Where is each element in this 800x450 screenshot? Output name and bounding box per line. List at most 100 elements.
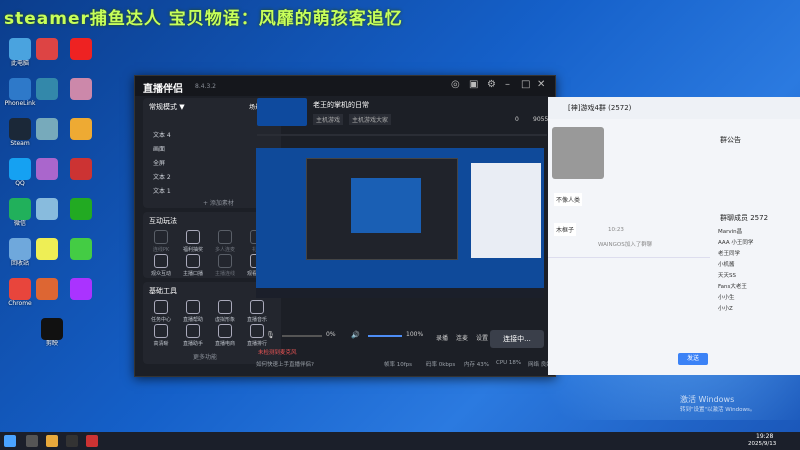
mic-level: 0%: [326, 331, 336, 338]
chat-header: [神]游戏4群 (2572): [548, 97, 800, 119]
speaker-icon[interactable]: 🔊: [351, 331, 360, 339]
interaction-title: 互动玩法: [149, 217, 177, 225]
member-item[interactable]: 天天SS: [718, 271, 800, 282]
status-item: CPU 18%: [496, 360, 522, 366]
volume-level: 100%: [406, 331, 424, 338]
tool-button[interactable]: 直播帮助: [179, 300, 207, 323]
status-item: 内存 43%: [464, 362, 489, 368]
source-item[interactable]: 画面: [153, 144, 165, 153]
avatar: [552, 127, 604, 179]
go-live-button[interactable]: 连接中...: [490, 330, 544, 348]
taskbar: 19:28 2025/9/13: [0, 432, 800, 450]
status-bar: 如何快速上手直播伴侣? 帧率 10fps 码率 0kbps 内存 43% CPU…: [256, 360, 552, 368]
stream-banner: steamer捕鱼达人 宝贝物语：风靡的萌孩客追忆: [4, 9, 403, 29]
tool-button[interactable]: 观众互动: [147, 254, 175, 277]
tool-button[interactable]: 主播口播: [179, 254, 207, 277]
live-preview: [256, 148, 544, 298]
warning-text: 未检测到麦克风: [258, 350, 297, 356]
search-icon[interactable]: [26, 435, 38, 447]
stream-title[interactable]: 老王的掌机的日常: [313, 100, 369, 110]
desktop-icon-recycle[interactable]: 回收站: [4, 238, 36, 267]
basic-title: 基础工具: [149, 287, 177, 295]
taskbar-app-icon[interactable]: [86, 435, 98, 447]
status-item: 码率 0kbps: [426, 362, 456, 368]
likes-count: 0: [515, 116, 519, 123]
member-item[interactable]: Fans大老王: [718, 282, 800, 293]
help-icon[interactable]: ◎: [451, 79, 460, 90]
clock-time[interactable]: 19:28: [756, 433, 773, 440]
chat-message: 木框子: [554, 223, 577, 236]
mic-icon[interactable]: 🎙: [266, 331, 275, 339]
nested-taskbar: [256, 288, 544, 298]
tool-button[interactable]: 连线PK: [147, 230, 175, 253]
tool-button[interactable]: 直播电商: [211, 324, 239, 347]
windows-start-icon[interactable]: [4, 435, 16, 447]
tool-button[interactable]: 福利抽奖: [179, 230, 207, 253]
chat-icon[interactable]: ▣: [469, 79, 478, 90]
stream-tag[interactable]: 主机游戏: [313, 114, 344, 125]
chat-title: [神]游戏4群 (2572): [568, 104, 632, 112]
nested-chat: [471, 163, 541, 258]
desktop-icon-capcut[interactable]: 剪映: [36, 318, 68, 347]
tool-button[interactable]: 任务中心: [147, 300, 175, 323]
desktop-icon-qq[interactable]: QQ: [4, 158, 36, 187]
app-version: 8.4.3.2: [195, 83, 216, 90]
member-item[interactable]: 小机酱: [718, 260, 800, 271]
member-list-title: 群聊成员 2572: [720, 214, 769, 222]
cover-thumbnail[interactable]: [257, 98, 307, 126]
member-item[interactable]: Marvin昌: [718, 227, 800, 238]
add-material-button[interactable]: + 添加素材: [203, 198, 234, 207]
send-button[interactable]: 发送: [678, 353, 708, 365]
tool-button[interactable]: 直播助手: [179, 324, 207, 347]
tool-button[interactable]: 高清晰: [147, 324, 175, 347]
tool-button[interactable]: 主播连线: [211, 254, 239, 277]
desktop-icon-grid: [36, 38, 132, 308]
settings-button[interactable]: 设置: [476, 333, 488, 342]
chat-window: [神]游戏4群 (2572) 不像人类 木框子 10:23 WAINGOS加入了…: [548, 97, 800, 375]
source-item[interactable]: 文本 2: [153, 172, 171, 181]
member-item[interactable]: 小小Z: [718, 304, 800, 315]
activation-watermark: 激活 Windows 转到"设置"以激活 Windows。: [680, 395, 756, 413]
desktop-icon-steam[interactable]: Steam: [4, 118, 36, 147]
divider: [257, 134, 547, 136]
chat-message: 不像人类: [554, 193, 583, 206]
more-tools-link[interactable]: 更多功能: [193, 352, 217, 361]
source-item[interactable]: 文本 1: [153, 186, 171, 195]
taskbar-app-icon[interactable]: [66, 435, 78, 447]
tool-button[interactable]: 虚拟形象: [211, 300, 239, 323]
system-notice: WAINGOS加入了群聊: [598, 242, 653, 248]
desktop-icon-pc[interactable]: 此电脑: [4, 38, 36, 67]
source-item[interactable]: 文本 4: [153, 130, 171, 139]
viewers-count: 9055: [533, 116, 549, 123]
nested-preview: [351, 178, 421, 233]
desktop-icon-wechat[interactable]: 微信: [4, 198, 36, 227]
stream-tag[interactable]: 主机游戏大家: [349, 114, 392, 125]
app-titlebar: 直播伴侣 8.4.3.2 ◎ ▣ ⚙ – □ ✕: [135, 76, 555, 96]
scene-header[interactable]: 常规模式 ▼: [149, 102, 185, 112]
status-item: 帧率 10fps: [384, 362, 413, 368]
member-item[interactable]: 老王同学: [718, 249, 800, 260]
member-list: Marvin昌 AAA 小王同学 老王同学 小机酱 天天SS Fans大老王 小…: [718, 227, 800, 315]
tool-button[interactable]: 多人连麦: [211, 230, 239, 253]
desktop-icon-phonelink[interactable]: PhoneLink: [4, 78, 36, 107]
record-button[interactable]: 录播: [436, 333, 448, 342]
maximize-icon[interactable]: □: [521, 79, 530, 90]
hint-link[interactable]: 如何快速上手直播伴侣?: [256, 362, 314, 368]
member-item[interactable]: AAA 小王同学: [718, 238, 800, 249]
chat-time: 10:23: [608, 227, 624, 233]
app-logo: 直播伴侣: [143, 84, 183, 95]
volume-slider[interactable]: [368, 335, 402, 337]
close-icon[interactable]: ✕: [537, 79, 545, 90]
announcement-title: 群公告: [720, 136, 741, 144]
mic-slider[interactable]: [282, 335, 322, 337]
divider: [548, 257, 710, 258]
minimize-icon[interactable]: –: [505, 79, 510, 90]
link-mic-button[interactable]: 连麦: [456, 333, 468, 342]
member-item[interactable]: 小小生: [718, 293, 800, 304]
settings-icon[interactable]: ⚙: [487, 79, 496, 90]
source-item[interactable]: 全屏: [153, 158, 165, 167]
explorer-icon[interactable]: [46, 435, 58, 447]
clock-date[interactable]: 2025/9/13: [748, 441, 776, 447]
tool-button[interactable]: 直播音乐: [243, 300, 271, 323]
desktop-icon-chrome[interactable]: Chrome: [4, 278, 36, 307]
